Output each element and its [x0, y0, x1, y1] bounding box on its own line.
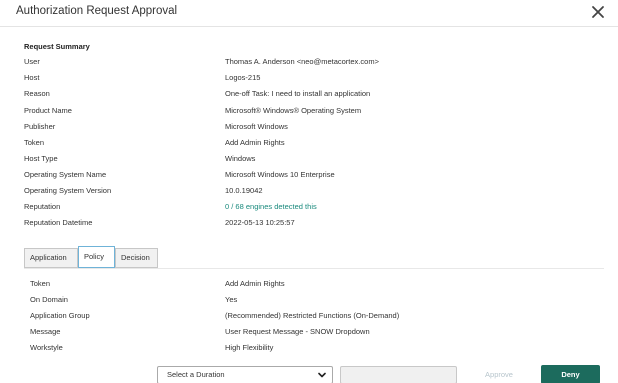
- policy-label-token: Token: [30, 279, 51, 288]
- summary-value-reason: One-off Task: I need to install an appli…: [225, 89, 371, 98]
- summary-value-token: Add Admin Rights: [225, 138, 285, 147]
- tab-decision[interactable]: Decision: [115, 248, 158, 268]
- tab-policy[interactable]: Policy: [78, 246, 115, 268]
- summary-label-reputation-datetime: Reputation Datetime: [24, 218, 93, 227]
- policy-value-message: User Request Message - SNOW Dropdown: [225, 327, 370, 336]
- tab-application[interactable]: Application: [24, 248, 78, 268]
- summary-label-host: Host: [24, 73, 40, 82]
- policy-value-workstyle: High Flexibility: [225, 343, 274, 352]
- approve-button[interactable]: Approve: [465, 365, 533, 383]
- policy-value-token: Add Admin Rights: [225, 279, 285, 288]
- policy-value-application-group: (Recommended) Restricted Functions (On-D…: [225, 311, 400, 320]
- deny-button[interactable]: Deny: [541, 365, 600, 383]
- authorization-dialog: Authorization Request Approval Request S…: [0, 0, 618, 383]
- policy-label-workstyle: Workstyle: [30, 343, 63, 352]
- policy-label-on-domain: On Domain: [30, 295, 68, 304]
- summary-heading: Request Summary: [24, 42, 90, 51]
- duration-select-value: Select a Duration: [167, 370, 225, 379]
- policy-label-application-group: Application Group: [30, 311, 90, 320]
- dialog-title: Authorization Request Approval: [16, 5, 178, 17]
- summary-value-os-name: Microsoft Windows 10 Enterprise: [225, 170, 335, 179]
- comment-input[interactable]: [340, 366, 457, 383]
- reputation-link[interactable]: 0 / 68 engines detected this: [225, 202, 317, 212]
- policy-label-message: Message: [30, 327, 61, 336]
- summary-value-reputation-datetime: 2022-05-13 10:25:57: [225, 218, 295, 227]
- summary-label-reason: Reason: [24, 89, 50, 98]
- summary-value-host-type: Windows: [225, 154, 256, 163]
- summary-label-publisher: Publisher: [24, 122, 56, 131]
- summary-label-os-version: Operating System Version: [24, 186, 112, 195]
- summary-value-os-version: 10.0.19042: [225, 186, 263, 195]
- summary-value-publisher: Microsoft Windows: [225, 122, 288, 131]
- summary-label-token: Token: [24, 138, 45, 147]
- policy-value-on-domain: Yes: [225, 295, 238, 304]
- summary-label-host-type: Host Type: [24, 154, 58, 163]
- summary-value-user: Thomas A. Anderson <neo@metacortex.com>: [225, 57, 379, 66]
- chevron-down-icon: [318, 371, 326, 379]
- dialog-header: Authorization Request Approval: [0, 0, 618, 27]
- summary-label-user: User: [24, 57, 40, 66]
- summary-value-product-name: Microsoft® Windows® Operating System: [225, 106, 362, 115]
- duration-select[interactable]: Select a Duration: [157, 366, 333, 383]
- summary-value-host: Logos-215: [225, 73, 261, 82]
- summary-label-product-name: Product Name: [24, 106, 72, 115]
- summary-label-reputation: Reputation: [24, 202, 61, 211]
- detail-tabs: Application Policy Decision: [24, 244, 604, 268]
- summary-label-os-name: Operating System Name: [24, 170, 107, 179]
- close-icon[interactable]: [588, 1, 608, 23]
